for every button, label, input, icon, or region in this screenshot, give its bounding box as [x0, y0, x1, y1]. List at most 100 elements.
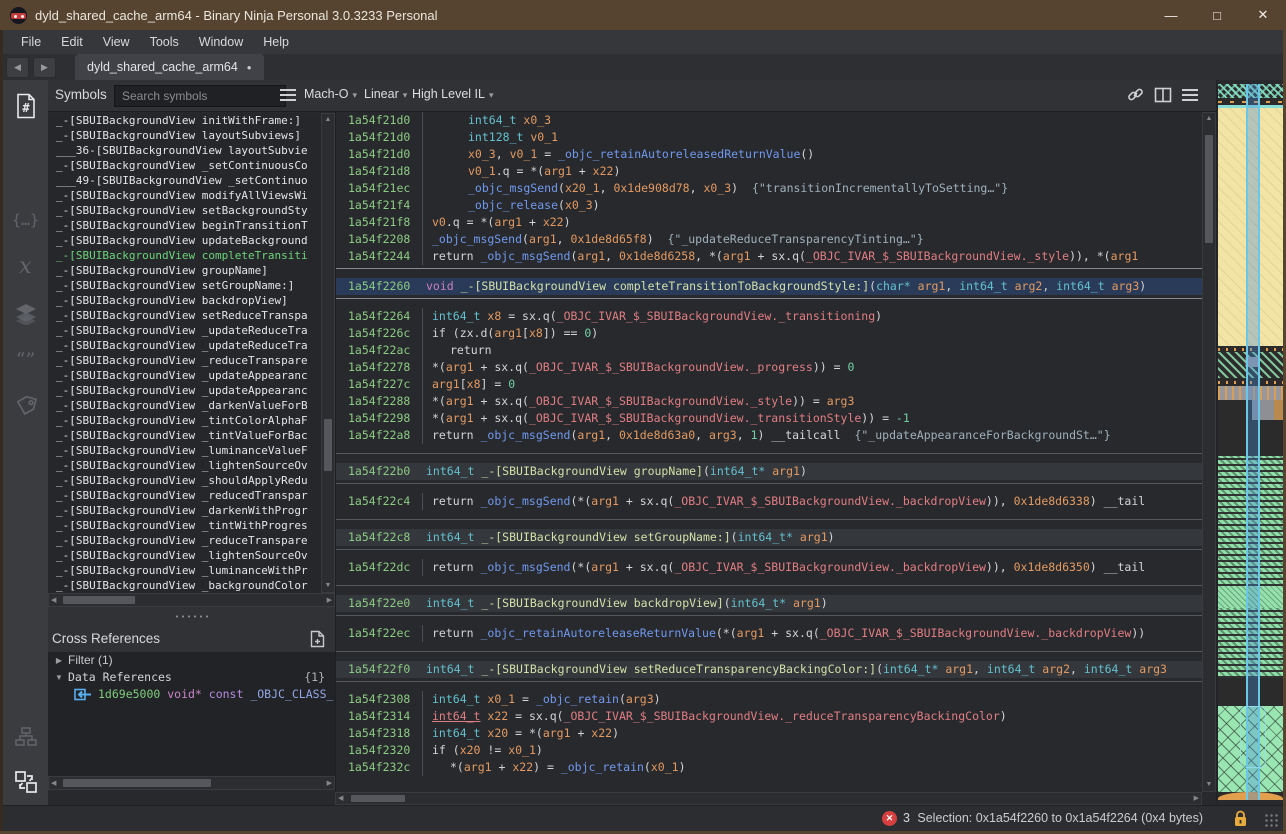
code-line[interactable]: 1a54f2308int64_t x0_1 = _objc_retain(arg…	[336, 691, 1202, 708]
il-selector[interactable]: High Level IL▾	[412, 87, 494, 101]
linear-hlil-view[interactable]: 1a54f21d0int64_t x0_31a54f21d0int128_t v…	[336, 112, 1202, 792]
caret-expanded-icon[interactable]: ▼	[54, 669, 64, 686]
close-button[interactable]: ✕	[1240, 0, 1286, 30]
panel-splitter[interactable]	[48, 607, 335, 626]
menu-item-file[interactable]: File	[11, 32, 51, 52]
sidebar-item-variables[interactable]: x	[3, 248, 48, 284]
lock-icon[interactable]	[1234, 810, 1247, 832]
scroll-right-icon[interactable]: ▶	[1194, 794, 1199, 804]
symbol-item[interactable]: _-[SBUIBackgroundView _luminanceWithPr	[48, 563, 321, 578]
symbols-horizontal-scrollbar[interactable]: ◀ ▶	[48, 593, 335, 607]
menu-item-tools[interactable]: Tools	[140, 32, 189, 52]
symbol-item[interactable]: _-[SBUIBackgroundView _luminanceValueF	[48, 443, 321, 458]
maximize-button[interactable]: □	[1194, 0, 1240, 30]
scroll-right-icon[interactable]: ▶	[327, 779, 332, 789]
function-header-line[interactable]: 1a54f22f0int64_t _-[SBUIBackgroundView s…	[336, 661, 1202, 678]
symbol-item[interactable]: _-[SBUIBackgroundView backdropView]	[48, 293, 321, 308]
code-vertical-scrollbar[interactable]: ▲ ▼	[1202, 112, 1216, 792]
scroll-left-icon[interactable]: ◀	[338, 794, 343, 804]
code-line[interactable]: 1a54f2208_objc_msgSend(arg1, 0x1de8d65f8…	[336, 231, 1202, 248]
symbols-menu-icon[interactable]	[280, 89, 296, 101]
sidebar-item-cross-references[interactable]	[3, 764, 48, 800]
symbol-item[interactable]: _-[SBUIBackgroundView completeTransiti	[48, 248, 321, 263]
xref-tree[interactable]: ▶ Filter (1) ▼ Data References {1} 1d69e…	[48, 652, 335, 790]
symbol-item[interactable]: _-[SBUIBackgroundView _updateReduceTra	[48, 323, 321, 338]
symbol-item[interactable]: _-[SBUIBackgroundView setGroupName:]	[48, 278, 321, 293]
symbol-item[interactable]: _-[SBUIBackgroundView setBackgroundSty	[48, 203, 321, 218]
new-report-icon[interactable]	[310, 630, 325, 653]
minimize-button[interactable]: —	[1148, 0, 1194, 30]
code-line[interactable]: 1a54f21d0x0_3, v0_1 = _objc_retainAutore…	[336, 146, 1202, 163]
titlebar[interactable]: dyld_shared_cache_arm64 - Binary Ninja P…	[0, 0, 1286, 30]
code-line[interactable]: 1a54f227carg1[x8] = 0	[336, 376, 1202, 393]
symbol-item[interactable]: ___36-[SBUIBackgroundView layoutSubvie	[48, 143, 321, 158]
resize-grip[interactable]	[1265, 814, 1279, 828]
function-header-line[interactable]: 1a54f22c8int64_t _-[SBUIBackgroundView s…	[336, 529, 1202, 546]
code-line[interactable]: 1a54f232c*(arg1 + x22) = _objc_retain(x0…	[336, 759, 1202, 776]
tab-dyld-shared-cache[interactable]: dyld_shared_cache_arm64 ●	[75, 54, 264, 80]
search-input[interactable]	[114, 85, 286, 107]
code-line[interactable]: 1a54f21f4_objc_release(x0_3)	[336, 197, 1202, 214]
menu-item-help[interactable]: Help	[253, 32, 299, 52]
scroll-down-icon[interactable]: ▼	[322, 581, 334, 591]
menu-item-edit[interactable]: Edit	[51, 32, 93, 52]
symbol-item[interactable]: _-[SBUIBackgroundView _darkenWithProgr	[48, 503, 321, 518]
xref-entry-row[interactable]: 1d69e5000 void* const _OBJC_CLASS_	[48, 686, 335, 703]
function-header-line[interactable]: 1a54f22e0int64_t _-[SBUIBackgroundView b…	[336, 595, 1202, 612]
code-line[interactable]: 1a54f21d8v0_1.q = *(arg1 + x22)	[336, 163, 1202, 180]
link-icon[interactable]	[1127, 86, 1144, 103]
symbol-item[interactable]: _-[SBUIBackgroundView _lightenSourceOv	[48, 548, 321, 563]
scroll-right-icon[interactable]: ▶	[327, 596, 332, 606]
code-line[interactable]: 1a54f21f8v0.q = *(arg1 + x22)	[336, 214, 1202, 231]
function-header-line[interactable]: 1a54f22b0int64_t _-[SBUIBackgroundView g…	[336, 463, 1202, 480]
menu-item-view[interactable]: View	[93, 32, 140, 52]
symbol-item[interactable]: _-[SBUIBackgroundView _setContinuousCo	[48, 158, 321, 173]
sidebar-item-mini-graph[interactable]	[3, 720, 48, 756]
symbol-item[interactable]: _-[SBUIBackgroundView updateBackground	[48, 233, 321, 248]
code-line[interactable]: 1a54f22a8return _objc_msgSend(arg1, 0x1d…	[336, 427, 1202, 444]
symbol-item[interactable]: _-[SBUIBackgroundView _updateReduceTra	[48, 338, 321, 353]
code-line[interactable]: 1a54f21ec_objc_msgSend(x20_1, 0x1de908d7…	[336, 180, 1202, 197]
code-line[interactable]: 1a54f21d0int128_t v0_1	[336, 129, 1202, 146]
scrollbar-thumb[interactable]	[63, 596, 135, 604]
menu-item-window[interactable]: Window	[189, 32, 253, 52]
scrollbar-thumb[interactable]	[1205, 135, 1213, 243]
code-horizontal-scrollbar[interactable]: ◀ ▶	[335, 792, 1202, 805]
symbol-item[interactable]: _-[SBUIBackgroundView _tintValueForBac	[48, 428, 321, 443]
code-line[interactable]: 1a54f22acreturn	[336, 342, 1202, 359]
symbol-item[interactable]: _-[SBUIBackgroundView _reducedTranspar	[48, 488, 321, 503]
code-line[interactable]: 1a54f226cif (zx.d(arg1[x8]) == 0)	[336, 325, 1202, 342]
format-selector[interactable]: Mach-O▾	[304, 87, 357, 101]
symbol-item[interactable]: _-[SBUIBackgroundView _reduceTranspare	[48, 533, 321, 548]
symbol-item[interactable]: _-[SBUIBackgroundView _tintWithProgres	[48, 518, 321, 533]
function-header-selected[interactable]: 1a54f2260void _-[SBUIBackgroundView comp…	[336, 278, 1202, 295]
symbol-item[interactable]: _-[SBUIBackgroundView layoutSubviews]	[48, 128, 321, 143]
symbol-item[interactable]: _-[SBUIBackgroundView initWithFrame:]	[48, 113, 321, 128]
symbol-item[interactable]: _-[SBUIBackgroundView groupName]	[48, 263, 321, 278]
caret-collapsed-icon[interactable]: ▶	[54, 652, 64, 669]
symbol-item[interactable]: _-[SBUIBackgroundView _lightenSourceOv	[48, 458, 321, 473]
feature-map[interactable]	[1218, 84, 1283, 800]
symbols-vertical-scrollbar[interactable]: ▲ ▼	[321, 113, 335, 593]
code-line[interactable]: 1a54f21d0int64_t x0_3	[336, 112, 1202, 129]
symbol-item[interactable]: _-[SBUIBackgroundView _tintColorAlphaF	[48, 413, 321, 428]
code-line[interactable]: 1a54f2264int64_t x8 = sx.q(_OBJC_IVAR_$_…	[336, 308, 1202, 325]
symbol-item[interactable]: _-[SBUIBackgroundView setReduceTranspa	[48, 308, 321, 323]
nav-forward-button[interactable]: ▶	[33, 57, 56, 78]
symbol-item[interactable]: ___49-[SBUIBackgroundView _setContinuo	[48, 173, 321, 188]
scroll-left-icon[interactable]: ◀	[51, 779, 56, 789]
nav-back-button[interactable]: ◀	[6, 57, 29, 78]
code-line[interactable]: 1a54f2298*(arg1 + sx.q(_OBJC_IVAR_$_SBUI…	[336, 410, 1202, 427]
code-line[interactable]: 1a54f2288*(arg1 + sx.q(_OBJC_IVAR_$_SBUI…	[336, 393, 1202, 410]
code-line[interactable]: 1a54f2320if (x20 != x0_1)	[336, 742, 1202, 759]
scrollbar-thumb[interactable]	[351, 795, 405, 802]
split-view-icon[interactable]	[1154, 87, 1172, 103]
xref-filter-row[interactable]: ▶ Filter (1)	[48, 652, 335, 669]
code-line[interactable]: 1a54f2244return _objc_msgSend(arg1, 0x1d…	[336, 248, 1202, 265]
scroll-down-icon[interactable]: ▼	[1203, 780, 1215, 790]
scroll-left-icon[interactable]: ◀	[51, 596, 56, 606]
symbol-item[interactable]: _-[SBUIBackgroundView _reduceTranspare	[48, 353, 321, 368]
scroll-up-icon[interactable]: ▲	[322, 115, 334, 125]
symbol-item[interactable]: _-[SBUIBackgroundView _darkenValueForB	[48, 398, 321, 413]
symbol-item[interactable]: _-[SBUIBackgroundView _updateAppearanc	[48, 383, 321, 398]
